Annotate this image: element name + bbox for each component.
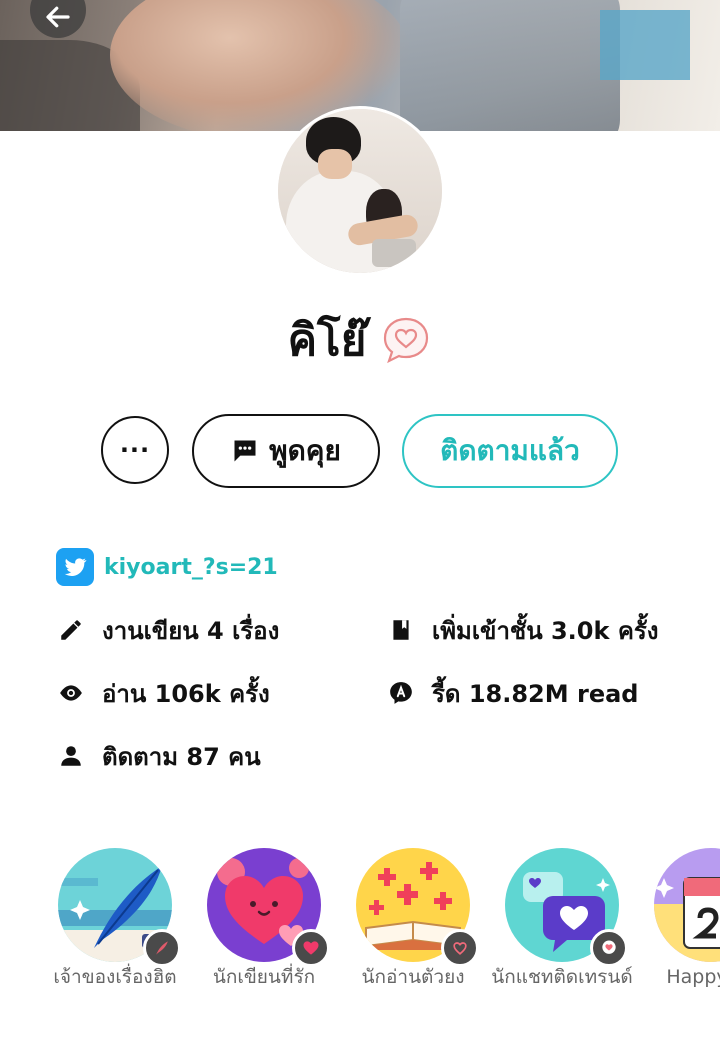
badges-carousel[interactable]: เจ้าของเรื่องฮิต นักเขียนที่รัก นักอ่านต… xyxy=(0,843,720,1058)
badge-label: นักเขียนที่รัก xyxy=(212,966,316,988)
badge-item[interactable]: นักเขียนที่รัก xyxy=(189,843,339,991)
badge-item[interactable]: เจ้าของเรื่องฮิต xyxy=(40,843,190,991)
eye-icon xyxy=(60,685,82,701)
stat-reads-text: อ่าน 106k ครั้ง xyxy=(102,679,270,708)
badge-book-mini-icon xyxy=(441,929,479,967)
badge-feather-mini-icon xyxy=(143,929,181,967)
stat-reads: อ่าน 106k ครั้ง xyxy=(58,673,270,713)
badge-item[interactable]: นักแชทติดเทรนด์ xyxy=(487,843,637,991)
more-dots-icon: ··· xyxy=(119,436,151,464)
more-button[interactable]: ··· xyxy=(101,416,169,484)
twitter-link[interactable]: kiyoart_?s=21 xyxy=(56,548,278,586)
back-arrow-icon xyxy=(46,6,70,28)
reed-logo-icon xyxy=(390,682,412,704)
following-button[interactable]: ติดตามแล้ว xyxy=(402,414,618,488)
stat-library-adds: เพิ่มเข้าชั้น 3.0k ครั้ง xyxy=(388,610,658,650)
calendar-icon xyxy=(654,848,720,962)
twitter-handle: kiyoart_?s=21 xyxy=(104,554,278,580)
stat-following-text: ติดตาม 87 คน xyxy=(102,742,261,771)
badge-label: นักอ่านตัวยง xyxy=(361,966,465,988)
pencil-icon xyxy=(61,620,81,640)
stat-works-text: งานเขียน 4 เรื่อง xyxy=(102,616,280,645)
name-row: คิโย๊ xyxy=(0,300,720,380)
badge-item[interactable]: Happy Le xyxy=(636,843,720,991)
stat-reed: รี้ด 18.82M read xyxy=(388,673,638,713)
badge-item[interactable]: นักอ่านตัวยง xyxy=(338,843,488,991)
badge-label: Happy Le xyxy=(666,966,720,988)
profile-name: คิโย๊ xyxy=(287,315,367,366)
stat-reed-text: รี้ด 18.82M read xyxy=(432,679,639,708)
bookmark-book-icon xyxy=(393,620,409,640)
stat-following: ติดตาม 87 คน xyxy=(58,736,261,776)
twitter-icon xyxy=(56,548,94,586)
badge-chat-mini-icon xyxy=(590,929,628,967)
following-label: ติดตามแล้ว xyxy=(440,434,580,467)
person-icon xyxy=(61,746,81,766)
badge-heart-mini-icon xyxy=(292,929,330,967)
badge-label: นักแชทติดเทรนด์ xyxy=(491,966,633,988)
heart-chat-icon[interactable] xyxy=(380,314,432,366)
stat-library-adds-text: เพิ่มเข้าชั้น 3.0k ครั้ง xyxy=(432,616,659,645)
badge-label: เจ้าของเรื่องฮิต xyxy=(53,966,177,988)
chat-label: พูดคุย xyxy=(269,434,341,467)
chat-button[interactable]: พูดคุย xyxy=(192,414,380,488)
avatar[interactable] xyxy=(275,106,445,276)
chat-icon xyxy=(234,440,256,462)
stat-works: งานเขียน 4 เรื่อง xyxy=(58,610,279,650)
